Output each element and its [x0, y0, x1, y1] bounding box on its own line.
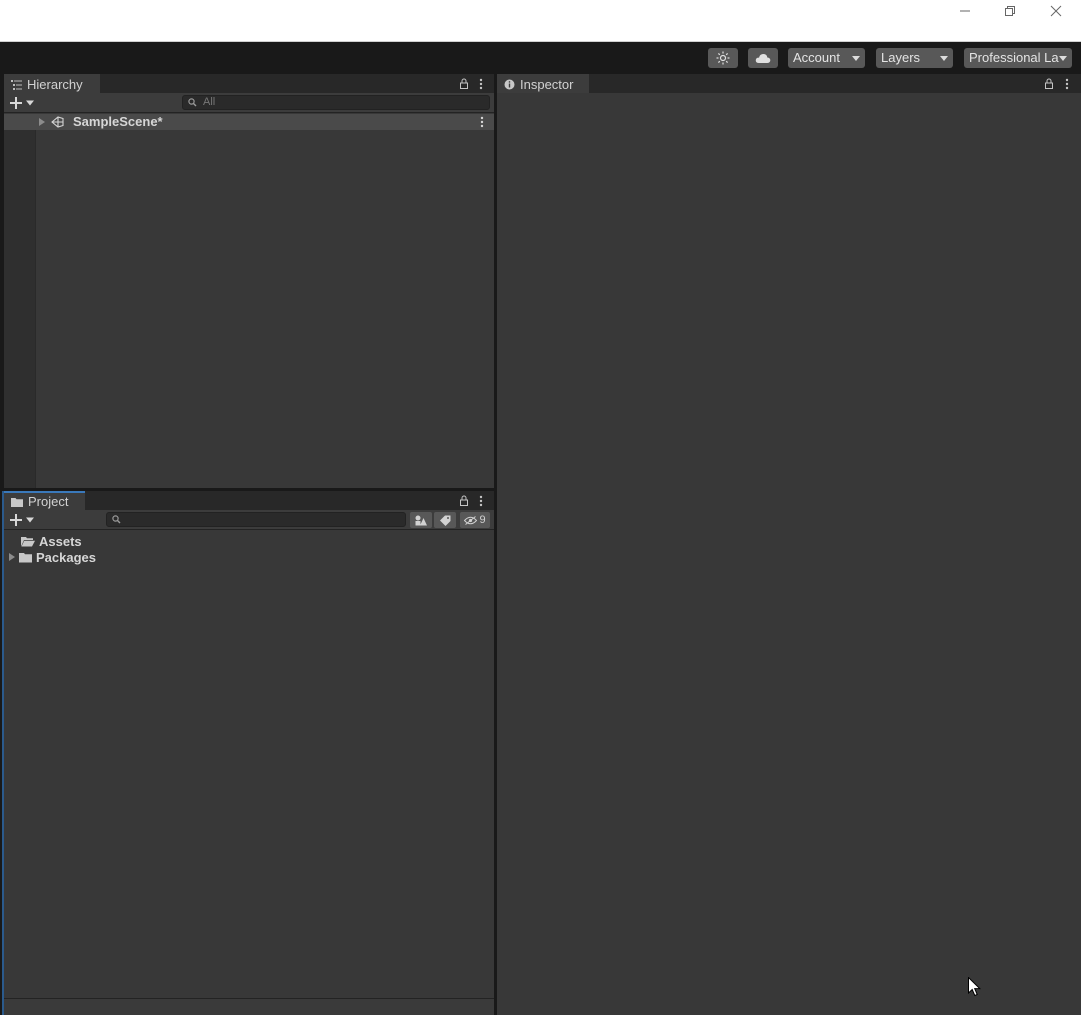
lock-icon [460, 495, 468, 506]
search-by-type-button[interactable] [410, 512, 432, 528]
tag-icon [439, 515, 450, 526]
minimize-button[interactable] [942, 0, 988, 22]
project-tabstrip: Project [4, 491, 494, 510]
account-label: Account [793, 50, 840, 65]
plus-icon [10, 97, 22, 109]
inspector-panel: Inspector [497, 74, 1081, 1015]
panel-menu-button[interactable] [475, 77, 487, 90]
restore-button[interactable] [987, 0, 1033, 22]
cloud-icon [755, 53, 771, 63]
hierarchy-search-input[interactable]: All [182, 95, 490, 110]
panel-menu-button[interactable] [475, 494, 487, 507]
folder-icon [19, 552, 32, 562]
scene-name: SampleScene* [73, 114, 163, 129]
close-icon [1050, 5, 1062, 17]
plus-icon [10, 514, 22, 526]
layout-label: Professional La [969, 50, 1059, 65]
search-by-label-button[interactable] [434, 512, 456, 528]
chevron-down-icon [26, 100, 34, 106]
scene-row[interactable]: SampleScene* [4, 114, 494, 130]
lock-icon [1045, 78, 1053, 89]
lock-button[interactable] [1043, 77, 1055, 90]
hierarchy-tabstrip: Hierarchy [4, 74, 494, 93]
search-icon [112, 515, 121, 524]
chevron-down-icon [1059, 56, 1067, 61]
focus-indicator [2, 491, 4, 1015]
chevron-down-icon [852, 56, 860, 61]
project-status-bar [4, 998, 494, 1015]
project-panel: Project 9 Assets Packages [4, 491, 494, 1015]
create-button[interactable] [10, 95, 40, 111]
tab-project[interactable]: Project [4, 491, 85, 510]
hidden-count: 9 [479, 514, 486, 526]
unity-scene-icon [51, 116, 64, 128]
tab-label: Inspector [520, 77, 574, 92]
kebab-menu-icon[interactable] [480, 116, 484, 128]
tree-item-label: Assets [39, 533, 82, 549]
tree-item-assets[interactable]: Assets [21, 533, 82, 549]
lock-icon [460, 78, 468, 89]
restore-icon [1005, 6, 1015, 16]
tab-label: Hierarchy [27, 77, 83, 92]
minimize-icon [960, 10, 970, 12]
lock-button[interactable] [458, 77, 470, 90]
hierarchy-list-icon [11, 79, 22, 90]
eye-hidden-icon [464, 515, 478, 525]
layers-label: Layers [881, 50, 921, 65]
kebab-menu-icon [479, 495, 483, 506]
layers-dropdown[interactable]: Layers [876, 48, 953, 68]
account-dropdown[interactable]: Account [788, 48, 865, 68]
tab-inspector[interactable]: Inspector [497, 74, 589, 93]
project-toolbar: 9 [4, 510, 494, 530]
create-button[interactable] [10, 512, 40, 528]
lighting-icon [716, 51, 730, 65]
tab-label: Project [28, 494, 69, 509]
tree-item-packages[interactable]: Packages [9, 549, 96, 565]
title-bar [0, 0, 1081, 42]
foldout-arrow-icon[interactable] [9, 553, 15, 561]
lock-button[interactable] [458, 494, 470, 507]
search-icon [188, 98, 197, 107]
hierarchy-gutter [4, 130, 36, 488]
chevron-down-icon [940, 56, 948, 61]
mouse-cursor-icon [968, 977, 981, 997]
info-icon [504, 79, 515, 90]
chevron-down-icon [26, 517, 34, 523]
tab-hierarchy[interactable]: Hierarchy [4, 74, 100, 93]
tree-item-label: Packages [36, 549, 96, 565]
main-toolbar: Account Layers Professional La [0, 43, 1081, 73]
search-by-type-icon [415, 515, 427, 525]
hierarchy-toolbar: All [4, 93, 494, 113]
panel-menu-button[interactable] [1061, 77, 1073, 90]
search-placeholder: All [203, 96, 216, 108]
layout-dropdown[interactable]: Professional La [964, 48, 1072, 68]
cloud-button[interactable] [748, 48, 778, 68]
folder-open-icon [21, 536, 35, 546]
close-button[interactable] [1033, 0, 1079, 22]
project-search-input[interactable] [106, 512, 406, 527]
foldout-arrow-icon[interactable] [39, 118, 45, 126]
kebab-menu-icon [1065, 78, 1069, 89]
hidden-packages-button[interactable]: 9 [460, 512, 490, 528]
inspector-tabstrip: Inspector [497, 74, 1081, 93]
lighting-button[interactable] [708, 48, 738, 68]
folder-icon [11, 497, 23, 507]
hierarchy-panel: Hierarchy All SampleScene* [4, 74, 494, 488]
kebab-menu-icon [479, 78, 483, 89]
